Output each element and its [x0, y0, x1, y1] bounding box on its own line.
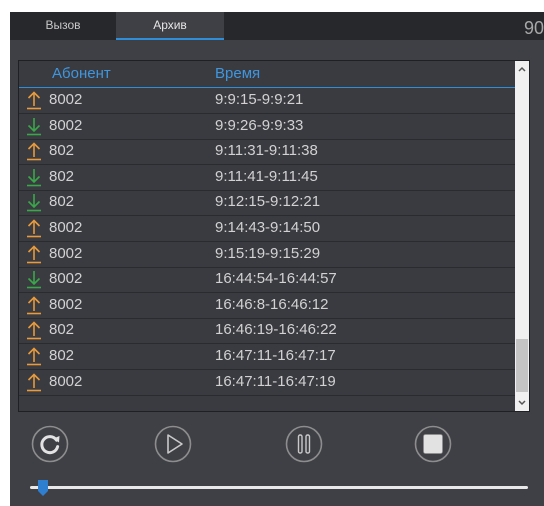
- table-row[interactable]: 802 9:11:41-9:11:45: [19, 165, 515, 191]
- scroll-down-arrow-icon[interactable]: [515, 395, 529, 409]
- table-row[interactable]: 802 9:12:15-9:12:21: [19, 190, 515, 217]
- incoming-call-icon: [27, 271, 41, 289]
- outgoing-call-icon: [27, 321, 41, 340]
- table-row[interactable]: 8002 9:9:26-9:9:33: [19, 114, 515, 140]
- vertical-scrollbar[interactable]: [515, 61, 529, 411]
- playback-controls: [10, 424, 544, 464]
- stop-icon[interactable]: [413, 424, 453, 464]
- table-row[interactable]: 8002 9:9:15-9:9:21: [19, 88, 515, 114]
- table-row[interactable]: 802 16:46:19-16:46:22: [19, 318, 515, 345]
- outgoing-call-icon: [27, 142, 41, 161]
- subscriber-cell: 8002: [49, 295, 83, 313]
- incoming-call-icon: [27, 194, 41, 212]
- corner-number: 90: [523, 18, 544, 38]
- scrollbar-thumb[interactable]: [516, 339, 528, 392]
- subscriber-cell: 8002: [49, 244, 83, 262]
- table-row[interactable]: 8002 16:44:54-16:44:57: [19, 267, 515, 294]
- time-cell: 9:14:43-9:14:50: [215, 219, 321, 236]
- table-row[interactable]: 802 9:11:31-9:11:38: [19, 139, 515, 166]
- time-cell: 16:44:54-16:44:57: [215, 270, 337, 288]
- scroll-up-arrow-icon[interactable]: [515, 63, 529, 77]
- tab-call[interactable]: Вызов: [10, 12, 116, 40]
- subscriber-cell: 802: [49, 142, 75, 160]
- time-cell: 16:47:11-16:47:19: [215, 372, 336, 390]
- slider-handle[interactable]: [38, 480, 48, 496]
- subscriber-cell: 802: [49, 193, 75, 211]
- outgoing-call-icon: [27, 244, 41, 263]
- outgoing-call-icon: [27, 91, 41, 110]
- refresh-icon[interactable]: [30, 424, 70, 464]
- playback-slider[interactable]: [30, 480, 528, 496]
- list-header: Абонент Время: [19, 61, 515, 88]
- time-cell: 9:11:41-9:11:45: [215, 167, 318, 185]
- subscriber-cell: 802: [49, 167, 75, 185]
- table-row[interactable]: 802 16:47:11-16:47:17: [19, 344, 515, 370]
- time-cell: 9:12:15-9:12:21: [215, 193, 321, 211]
- subscriber-cell: 8002: [49, 116, 83, 134]
- tab-bar: Вызов Архив: [10, 12, 544, 40]
- call-list: Абонент Время 8002 9:9:15-9:9:21 8002 9:9:2…: [18, 60, 530, 412]
- outgoing-call-icon: [27, 219, 41, 238]
- table-row[interactable]: 8002 16:47:11-16:47:19: [19, 370, 515, 396]
- outgoing-call-icon: [27, 296, 41, 315]
- tab-archive[interactable]: Архив: [116, 12, 224, 40]
- subscriber-cell: 802: [49, 321, 75, 339]
- column-header-subscriber[interactable]: Абонент: [52, 65, 111, 82]
- subscriber-cell: 8002: [49, 270, 83, 288]
- subscriber-cell: 8002: [49, 372, 83, 390]
- table-row[interactable]: 8002 16:46:8-16:46:12: [19, 293, 515, 319]
- incoming-call-icon: [27, 168, 41, 187]
- column-header-time[interactable]: Время: [215, 65, 260, 82]
- call-archive-window: Вызов Архив 90 Абонент Время 8002 9:9:15-…: [10, 12, 544, 506]
- subscriber-cell: 8002: [49, 91, 83, 108]
- subscriber-cell: 802: [49, 347, 75, 364]
- slider-track[interactable]: [30, 486, 528, 489]
- outgoing-call-icon: [27, 372, 41, 391]
- time-cell: 9:11:31-9:11:38: [215, 142, 318, 160]
- time-cell: 16:46:19-16:46:22: [215, 321, 337, 339]
- time-cell: 16:46:8-16:46:12: [215, 295, 329, 313]
- table-row[interactable]: 8002 9:15:19-9:15:29: [19, 242, 515, 268]
- time-cell: 9:9:15-9:9:21: [215, 91, 304, 108]
- time-cell: 9:15:19-9:15:29: [215, 244, 321, 262]
- subscriber-cell: 8002: [49, 219, 83, 236]
- time-cell: 9:9:26-9:9:33: [215, 116, 304, 134]
- incoming-call-icon: [27, 117, 41, 135]
- time-cell: 16:47:11-16:47:17: [215, 347, 336, 364]
- outgoing-call-icon: [27, 347, 41, 366]
- pause-icon[interactable]: [284, 424, 324, 464]
- table-row[interactable]: 8002 9:14:43-9:14:50: [19, 216, 515, 242]
- play-icon[interactable]: [153, 424, 193, 464]
